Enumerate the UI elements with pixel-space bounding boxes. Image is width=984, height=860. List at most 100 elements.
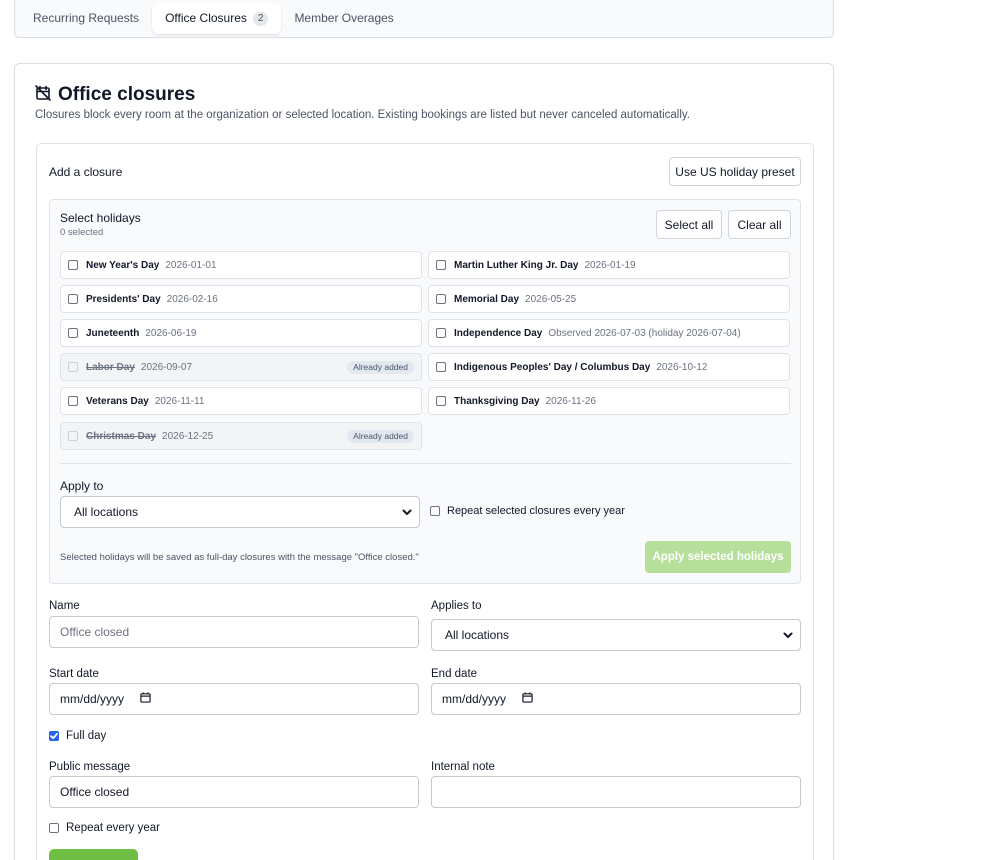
holiday-checkbox[interactable] — [436, 294, 446, 304]
holiday-option[interactable]: Presidents' Day 2026-02-16 — [60, 285, 422, 313]
holiday-name: Memorial Day — [454, 293, 520, 305]
holiday-checkbox[interactable] — [68, 260, 78, 270]
internal-note-input[interactable] — [431, 776, 801, 808]
holiday-option[interactable]: Juneteenth 2026-06-19 — [60, 319, 422, 347]
holiday-checkbox[interactable] — [436, 328, 446, 338]
holiday-name: Martin Luther King Jr. Day — [454, 259, 579, 271]
repeat-annually-checkbox[interactable] — [430, 506, 440, 516]
holiday-name: Presidents' Day — [86, 293, 161, 305]
holiday-option[interactable]: Veterans Day 2026-11-11 — [60, 387, 422, 415]
holiday-date: 2026-11-26 — [545, 395, 596, 407]
public-message-value: Office closed — [60, 785, 130, 799]
apply-selected-holidays-button[interactable]: Apply selected holidays — [645, 541, 791, 573]
select-value: All locations — [74, 505, 139, 519]
add-closure-title: Add a closure — [49, 165, 123, 179]
repeat-every-year-option[interactable]: Repeat every year — [49, 822, 160, 834]
card-header: Office closures — [35, 84, 195, 106]
full-day-label: Full day — [66, 730, 107, 742]
date-format: mm/dd/yyyy — [442, 692, 507, 706]
holiday-date: 2026-06-19 — [145, 327, 197, 339]
end-date-label: End date — [431, 668, 478, 680]
date-format: mm/dd/yyyy — [60, 692, 125, 706]
tab-recurring-requests[interactable]: Recurring Requests — [20, 3, 152, 34]
name-label: Name — [49, 600, 80, 612]
full-day-checkbox[interactable] — [49, 731, 59, 741]
holiday-name: Thanksgiving Day — [454, 395, 540, 407]
holiday-option[interactable]: Martin Luther King Jr. Day 2026-01-19 — [428, 251, 790, 279]
holiday-date: 2026-12-25 — [162, 430, 214, 442]
tab-label: Recurring Requests — [33, 11, 140, 25]
name-input[interactable]: Office closed — [49, 616, 419, 648]
holiday-name: Juneteenth — [86, 327, 140, 339]
holiday-date: 2026-09-07 — [140, 361, 193, 373]
holiday-name: Independence Day — [454, 327, 543, 339]
count-badge: 2 — [252, 11, 269, 26]
divider — [60, 463, 791, 464]
already-added-badge: Already added — [347, 430, 414, 443]
tab-bar: Recurring Requests Office Closures 2 Memb… — [14, 0, 834, 38]
tab-label: Office Closures — [165, 11, 247, 25]
holiday-name: Indigenous Peoples' Day / Columbus Day — [454, 361, 651, 373]
name-placeholder: Office closed — [60, 625, 130, 639]
start-date-label: Start date — [49, 668, 99, 680]
holiday-checkbox[interactable] — [436, 396, 446, 406]
holiday-date: 2026-01-19 — [584, 259, 636, 271]
select-value: All locations — [445, 628, 510, 642]
apply-to-label: Apply to — [60, 479, 104, 493]
applies-to-select[interactable]: All locations — [431, 619, 801, 651]
repeat-annually-label: Repeat selected closures every year — [447, 505, 625, 517]
holiday-checkbox[interactable] — [68, 328, 78, 338]
holiday-checkbox — [68, 431, 78, 441]
holiday-name: Labor Day — [86, 361, 135, 373]
holiday-date: Observed 2026-07-03 (holiday 2026-07-04) — [548, 327, 741, 339]
holiday-date: 2026-05-25 — [525, 293, 577, 305]
public-message-label: Public message — [49, 761, 131, 773]
selected-count: 0 selected — [60, 227, 104, 238]
holiday-option[interactable]: Thanksgiving Day 2026-11-26 — [428, 387, 790, 415]
holiday-checkbox[interactable] — [68, 396, 78, 406]
holiday-date: 2026-02-16 — [166, 293, 218, 305]
applies-to-label: Applies to — [431, 600, 482, 612]
holiday-date: 2026-11-11 — [154, 395, 205, 407]
save-closure-button[interactable] — [49, 849, 138, 860]
holiday-option: Labor Day 2026-09-07 Already added — [60, 353, 422, 381]
holiday-option[interactable]: New Year's Day 2026-01-01 — [60, 251, 422, 279]
office-closures-card: Office closures Closures block every roo… — [14, 63, 834, 860]
tab-member-overages[interactable]: Member Overages — [281, 3, 406, 34]
holiday-selector-title: Select holidays — [60, 211, 141, 225]
end-date-input[interactable]: mm/dd/yyyy — [431, 683, 801, 715]
calendar-off-icon — [35, 84, 51, 106]
holiday-name: Veterans Day — [86, 395, 149, 407]
page-title: Office closures — [58, 84, 196, 105]
holiday-selector: Select holidays 0 selected Select all Cl… — [49, 199, 801, 584]
holiday-option[interactable]: Independence Day Observed 2026-07-03 (ho… — [428, 319, 790, 347]
start-date-input[interactable]: mm/dd/yyyy — [49, 683, 419, 715]
holiday-name: Christmas Day — [86, 430, 157, 442]
holiday-option[interactable]: Indigenous Peoples' Day / Columbus Day 2… — [428, 353, 790, 381]
tab-label: Member Overages — [294, 11, 394, 25]
holiday-note: Selected holidays will be saved as full-… — [60, 552, 419, 563]
calendar-icon[interactable] — [522, 692, 533, 706]
repeat-annually-option[interactable]: Repeat selected closures every year — [430, 505, 625, 517]
holiday-option[interactable]: Memorial Day 2026-05-25 — [428, 285, 790, 313]
calendar-icon[interactable] — [140, 692, 151, 706]
apply-to-select[interactable]: All locations — [60, 496, 420, 528]
chevron-down-icon — [401, 506, 413, 521]
holiday-date: 2026-10-12 — [656, 361, 708, 373]
internal-note-label: Internal note — [431, 761, 495, 773]
holiday-option: Christmas Day 2026-12-25 Already added — [60, 422, 422, 450]
tab-office-closures[interactable]: Office Closures 2 — [152, 3, 282, 34]
holiday-checkbox[interactable] — [436, 362, 446, 372]
holiday-checkbox[interactable] — [436, 260, 446, 270]
select-all-button[interactable]: Select all — [656, 210, 722, 239]
holiday-checkbox[interactable] — [68, 294, 78, 304]
clear-all-button[interactable]: Clear all — [728, 210, 791, 239]
already-added-badge: Already added — [347, 361, 414, 374]
public-message-input[interactable]: Office closed — [49, 776, 419, 808]
holiday-checkbox — [68, 362, 78, 372]
full-day-option[interactable]: Full day — [49, 730, 106, 742]
repeat-every-year-label: Repeat every year — [66, 822, 160, 834]
us-holiday-preset-button[interactable]: Use US holiday preset — [669, 157, 801, 186]
repeat-every-year-checkbox[interactable] — [49, 823, 59, 833]
card-description: Closures block every room at the organiz… — [35, 109, 690, 121]
